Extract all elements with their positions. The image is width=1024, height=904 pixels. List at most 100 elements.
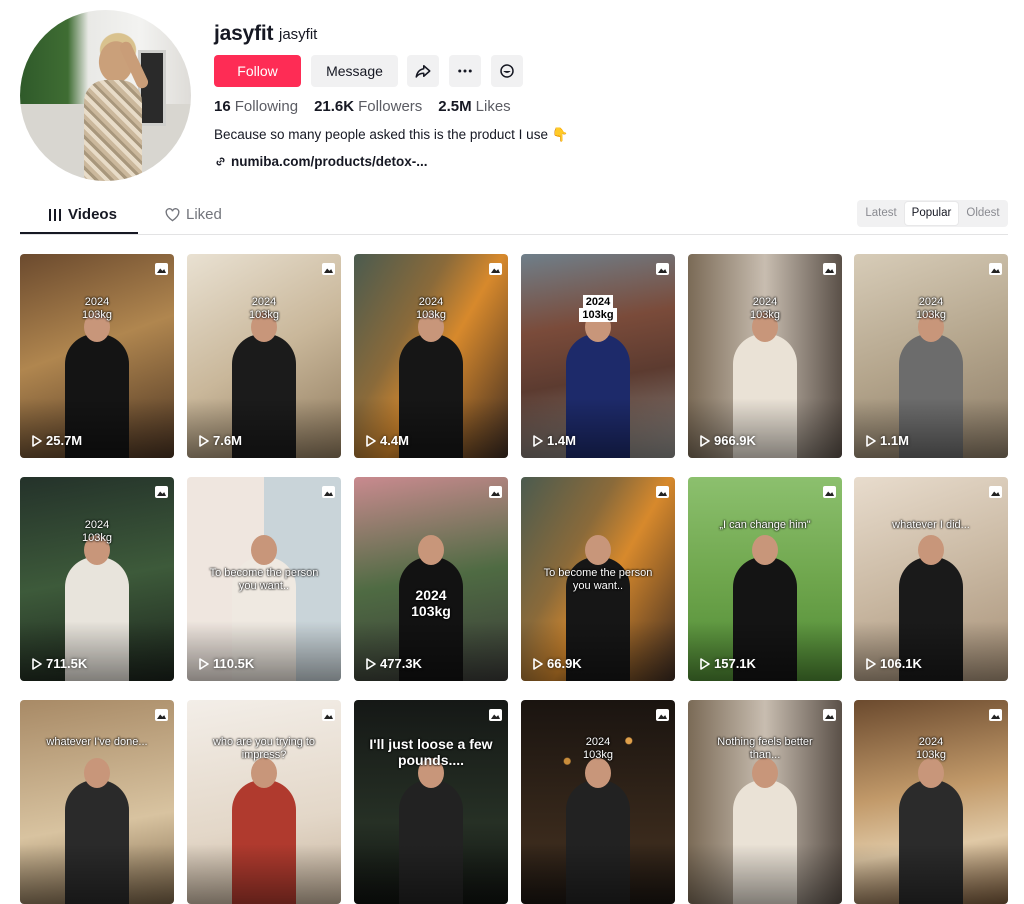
sort-popular[interactable]: Popular [905,202,958,225]
photo-mode-icon [656,486,669,498]
play-icon [366,657,376,670]
view-count: 477.3K [366,656,422,671]
photo-mode-icon [489,486,502,498]
share-button[interactable] [407,55,439,87]
video-caption: 2024 103kg [411,587,451,619]
video-tile[interactable]: To become the person you want.. 66.9K [521,477,675,681]
profile-nickname: jasyfit [279,26,318,43]
video-tile[interactable]: 2024 103kg 711.5K [20,477,174,681]
video-caption: who are you trying to impress? [212,736,316,761]
view-count: 1.4M [533,433,576,448]
video-tile[interactable]: 2024 103kg 1.1M [854,254,1008,458]
tab-videos[interactable]: Videos [48,206,117,223]
followers-stat[interactable]: 21.6K Followers [314,98,422,115]
heart-icon [165,207,180,221]
thumbnail-figure-head [918,535,944,565]
thumbnail-shade [354,844,508,904]
video-caption: 2024 103kg [249,296,279,321]
video-tile[interactable]: To become the person you want.. 110.5K [187,477,341,681]
video-tile[interactable]: whatever I did... 106.1K [854,477,1008,681]
link-icon [216,157,225,166]
repost-icon [500,64,514,78]
video-caption: To become the person you want.. [209,567,319,592]
photo-mode-icon [155,263,168,275]
thumbnail-shade [20,398,174,458]
photo-mode-icon [656,263,669,275]
view-count: 25.7M [32,433,82,448]
play-icon [700,434,710,447]
follow-button[interactable]: Follow [214,55,301,87]
video-tile[interactable]: 2024 103kg [521,700,675,904]
profile-link-text[interactable]: numiba.com/products/detox-... [231,154,428,169]
video-caption: 2024 103kg [916,736,946,761]
video-tile[interactable]: „I can change him" 157.1K [688,477,842,681]
play-icon [199,434,209,447]
message-button[interactable]: Message [311,55,398,87]
play-icon [866,657,876,670]
view-count: 110.5K [199,656,254,671]
video-caption: Nothing feels better than... [717,736,813,761]
photo-mode-icon [489,263,502,275]
video-caption: 2024 103kg [416,296,446,321]
video-caption: 2024 103kg [750,296,780,321]
video-tile[interactable]: 2024 103kg [854,700,1008,904]
photo-mode-icon [989,263,1002,275]
photo-mode-icon [155,709,168,721]
share-icon [415,65,431,78]
photo-mode-icon [823,709,836,721]
active-tab-indicator [20,232,138,234]
video-tile[interactable]: 2024 103kg 4.4M [354,254,508,458]
video-caption: 2024 103kg [521,295,675,322]
play-icon [32,657,42,670]
video-tile[interactable]: I'll just loose a few pounds.... [354,700,508,904]
profile-stats: 16 Following 21.6K Followers 2.5M Likes [214,98,511,115]
thumbnail-shade [521,621,675,681]
tab-liked[interactable]: Liked [165,206,222,223]
grid-icon [49,208,61,221]
play-icon [533,657,543,670]
repost-button[interactable] [491,55,523,87]
play-icon [866,434,876,447]
video-tile[interactable]: Nothing feels better than... [688,700,842,904]
video-caption: I'll just loose a few pounds.... [369,736,493,768]
view-count: 66.9K [533,656,582,671]
video-tile[interactable]: 2024 103kg 25.7M [20,254,174,458]
following-stat[interactable]: 16 Following [214,98,298,115]
video-caption: 2024 103kg [82,296,112,321]
photo-mode-icon [989,486,1002,498]
thumbnail-shade [354,621,508,681]
view-count: 106.1K [866,656,922,671]
thumbnail-figure-head [585,535,611,565]
video-tile[interactable]: 2024 103kg 966.9K [688,254,842,458]
profile-link[interactable]: numiba.com/products/detox-... [214,154,428,169]
video-tile[interactable]: 2024 103kg 477.3K [354,477,508,681]
photo-mode-icon [155,486,168,498]
photo-mode-icon [322,486,335,498]
thumbnail-figure-head [251,758,277,788]
play-icon [32,434,42,447]
view-count: 7.6M [199,433,242,448]
play-icon [533,434,543,447]
video-tile[interactable]: who are you trying to impress? [187,700,341,904]
video-tile[interactable]: whatever I've done... [20,700,174,904]
play-icon [199,657,209,670]
thumbnail-figure-head [752,758,778,788]
photo-mode-icon [823,486,836,498]
play-icon [700,657,710,670]
more-icon [458,69,472,73]
sort-latest[interactable]: Latest [857,200,905,227]
video-caption: 2024 103kg [583,736,613,761]
thumbnail-shade [854,844,1008,904]
more-options-button[interactable] [449,55,481,87]
thumbnail-shade [521,398,675,458]
video-caption: To become the person you want.. [543,567,653,592]
profile-avatar[interactable] [20,10,191,181]
photo-mode-icon [823,263,836,275]
video-caption: „I can change him" [719,519,811,531]
sort-oldest[interactable]: Oldest [958,200,1008,227]
video-tile[interactable]: 2024 103kg 1.4M [521,254,675,458]
video-tile[interactable]: 2024 103kg 7.6M [187,254,341,458]
thumbnail-figure-head [84,758,110,788]
profile-username: jasyfit [214,22,274,45]
thumbnail-shade [854,621,1008,681]
